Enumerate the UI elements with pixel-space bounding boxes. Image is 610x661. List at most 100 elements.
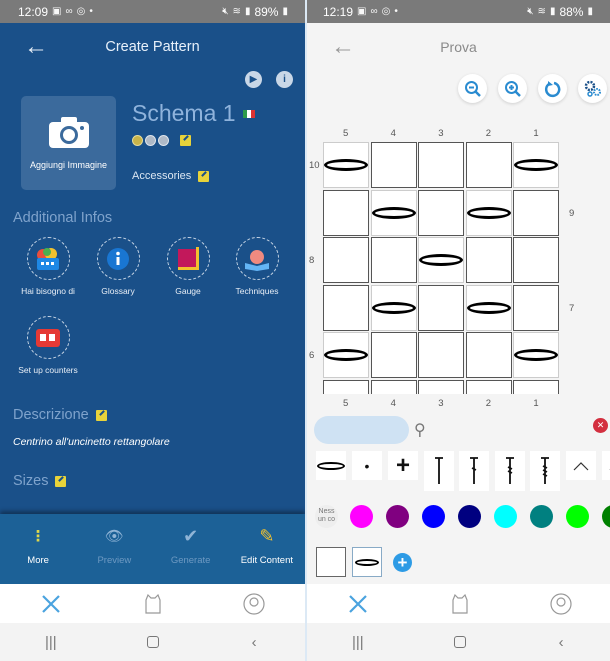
info-item-set-up-counters[interactable]: Set up counters (13, 316, 83, 375)
row-label: 10 (309, 160, 320, 171)
grid-cell[interactable] (465, 142, 512, 188)
no-color-swatch[interactable]: Ness un co (315, 505, 338, 528)
grid-cell[interactable] (465, 332, 512, 379)
symbol-search-input[interactable] (314, 416, 409, 444)
grid-cell[interactable] (323, 189, 369, 236)
grid-cell[interactable] (323, 332, 369, 379)
clear-close-icon[interactable]: ✕ (593, 418, 608, 433)
grid-cell[interactable] (370, 284, 417, 331)
edit-sizes-icon[interactable] (55, 475, 67, 487)
description-heading: Descrizione (13, 407, 107, 423)
nav-back-icon[interactable]: ‹ (510, 623, 610, 661)
symbol-slip-stitch-button[interactable]: • (352, 451, 382, 480)
symbol-decrease-button[interactable] (566, 451, 596, 480)
action-bar: ⋮ More 👁︎ Preview ✔ Generate ✎ Edit Cont… (0, 514, 305, 584)
grid-cell[interactable] (513, 380, 560, 394)
color-swatch[interactable] (566, 505, 589, 528)
yarn-weight-rating[interactable] (132, 135, 191, 146)
zoom-in-button[interactable] (498, 74, 527, 103)
symbol-decrease-partial-button[interactable] (602, 451, 610, 480)
grid-cell[interactable] (370, 380, 417, 394)
grid-cell[interactable] (465, 237, 512, 284)
rotate-button[interactable] (538, 74, 567, 103)
grid-cell[interactable] (323, 237, 369, 284)
zoom-out-button[interactable] (458, 74, 487, 103)
grid-cell[interactable] (323, 142, 369, 188)
tab-tools[interactable] (307, 584, 409, 623)
grid-cell[interactable] (418, 142, 465, 188)
color-swatch[interactable] (350, 505, 373, 528)
check-icon: ✔ (183, 525, 199, 546)
tab-tools[interactable] (0, 584, 102, 623)
info-item-techniques[interactable]: Techniques (222, 237, 292, 296)
selected-slot-empty[interactable] (316, 547, 346, 577)
chain-stitch-icon (514, 159, 559, 171)
grid-cell[interactable] (513, 189, 560, 236)
grid-cell[interactable] (370, 189, 417, 236)
tab-garments[interactable] (409, 584, 511, 623)
color-swatch[interactable] (602, 505, 610, 528)
color-swatch[interactable] (494, 505, 517, 528)
selected-slot-chain[interactable] (352, 547, 382, 577)
grid-cell[interactable] (418, 380, 465, 394)
grid-cell[interactable] (370, 237, 417, 284)
edit-accessories-icon[interactable] (198, 170, 210, 182)
tab-profile[interactable] (510, 584, 610, 623)
recent-apps-icon[interactable]: ||| (307, 623, 409, 661)
color-swatch[interactable] (386, 505, 409, 528)
nav-back-icon[interactable]: ‹ (203, 623, 305, 661)
grid-cell[interactable] (513, 237, 560, 284)
symbol-chain-button[interactable] (316, 451, 346, 480)
pattern-title[interactable]: Schema 1 (132, 100, 236, 127)
grid-cell[interactable] (465, 284, 512, 331)
tab-garments[interactable] (102, 584, 204, 623)
edit-content-button[interactable]: ✎ Edit Content (229, 514, 305, 584)
grid-cell[interactable] (418, 237, 465, 284)
home-icon[interactable] (409, 623, 511, 661)
info-item-hai-bisogno-di[interactable]: Hai bisogno di (13, 237, 83, 296)
grid-cell[interactable] (370, 142, 417, 188)
symbol-double-treble-crochet-button[interactable] (530, 451, 560, 491)
edit-yarn-icon[interactable] (180, 135, 191, 146)
play-icon[interactable]: ▶ (245, 71, 262, 88)
grid-cell[interactable] (418, 189, 465, 236)
info-item-glossary[interactable]: Glossary (83, 237, 153, 296)
info-item-gauge[interactable]: Gauge (153, 237, 223, 296)
grid-cell[interactable] (323, 284, 369, 331)
grid-cell[interactable] (513, 332, 560, 379)
grid-cell[interactable] (513, 284, 560, 331)
edit-content-label: Edit Content (240, 555, 294, 566)
grid-cell[interactable] (465, 189, 512, 236)
color-swatch[interactable] (422, 505, 445, 528)
symbol-half-double-crochet-button[interactable] (424, 451, 454, 491)
link-notification-icon: ∞ (370, 6, 378, 17)
generate-button[interactable]: ✔ Generate (153, 514, 229, 584)
chain-stitch-icon (355, 558, 379, 566)
accessories-row[interactable]: Accessories (132, 170, 210, 182)
symbol-treble-crochet-button[interactable] (495, 451, 525, 491)
settings-button[interactable] (578, 74, 607, 103)
grid-cell[interactable] (465, 380, 512, 394)
grid-cell[interactable] (370, 332, 417, 379)
search-icon[interactable]: ⚲ (414, 420, 426, 440)
tab-profile[interactable] (203, 584, 305, 623)
color-swatch[interactable] (458, 505, 481, 528)
grid-cell[interactable] (418, 284, 465, 331)
preview-button[interactable]: 👁︎ Preview (76, 514, 152, 584)
info-icon[interactable]: i (276, 71, 293, 88)
color-swatch[interactable] (530, 505, 553, 528)
back-arrow-icon[interactable]: ← (24, 33, 48, 61)
edit-description-icon[interactable] (95, 409, 107, 421)
more-button[interactable]: ⋮ More (0, 514, 76, 584)
home-icon[interactable] (102, 623, 204, 661)
grid-cell[interactable] (323, 380, 369, 394)
symbol-double-crochet-button[interactable] (459, 451, 489, 491)
recent-apps-icon[interactable]: ||| (0, 623, 102, 661)
add-image-button[interactable]: Aggiungi Immagine (21, 96, 116, 190)
grid-cell[interactable] (513, 142, 560, 188)
add-slot-plus-icon[interactable]: + (393, 553, 412, 572)
grid-cell[interactable] (418, 332, 465, 379)
symbol-single-crochet-button[interactable]: + (388, 451, 418, 480)
row-label: 6 (309, 350, 315, 362)
whatsapp-notification-icon: ◎ (76, 6, 86, 17)
